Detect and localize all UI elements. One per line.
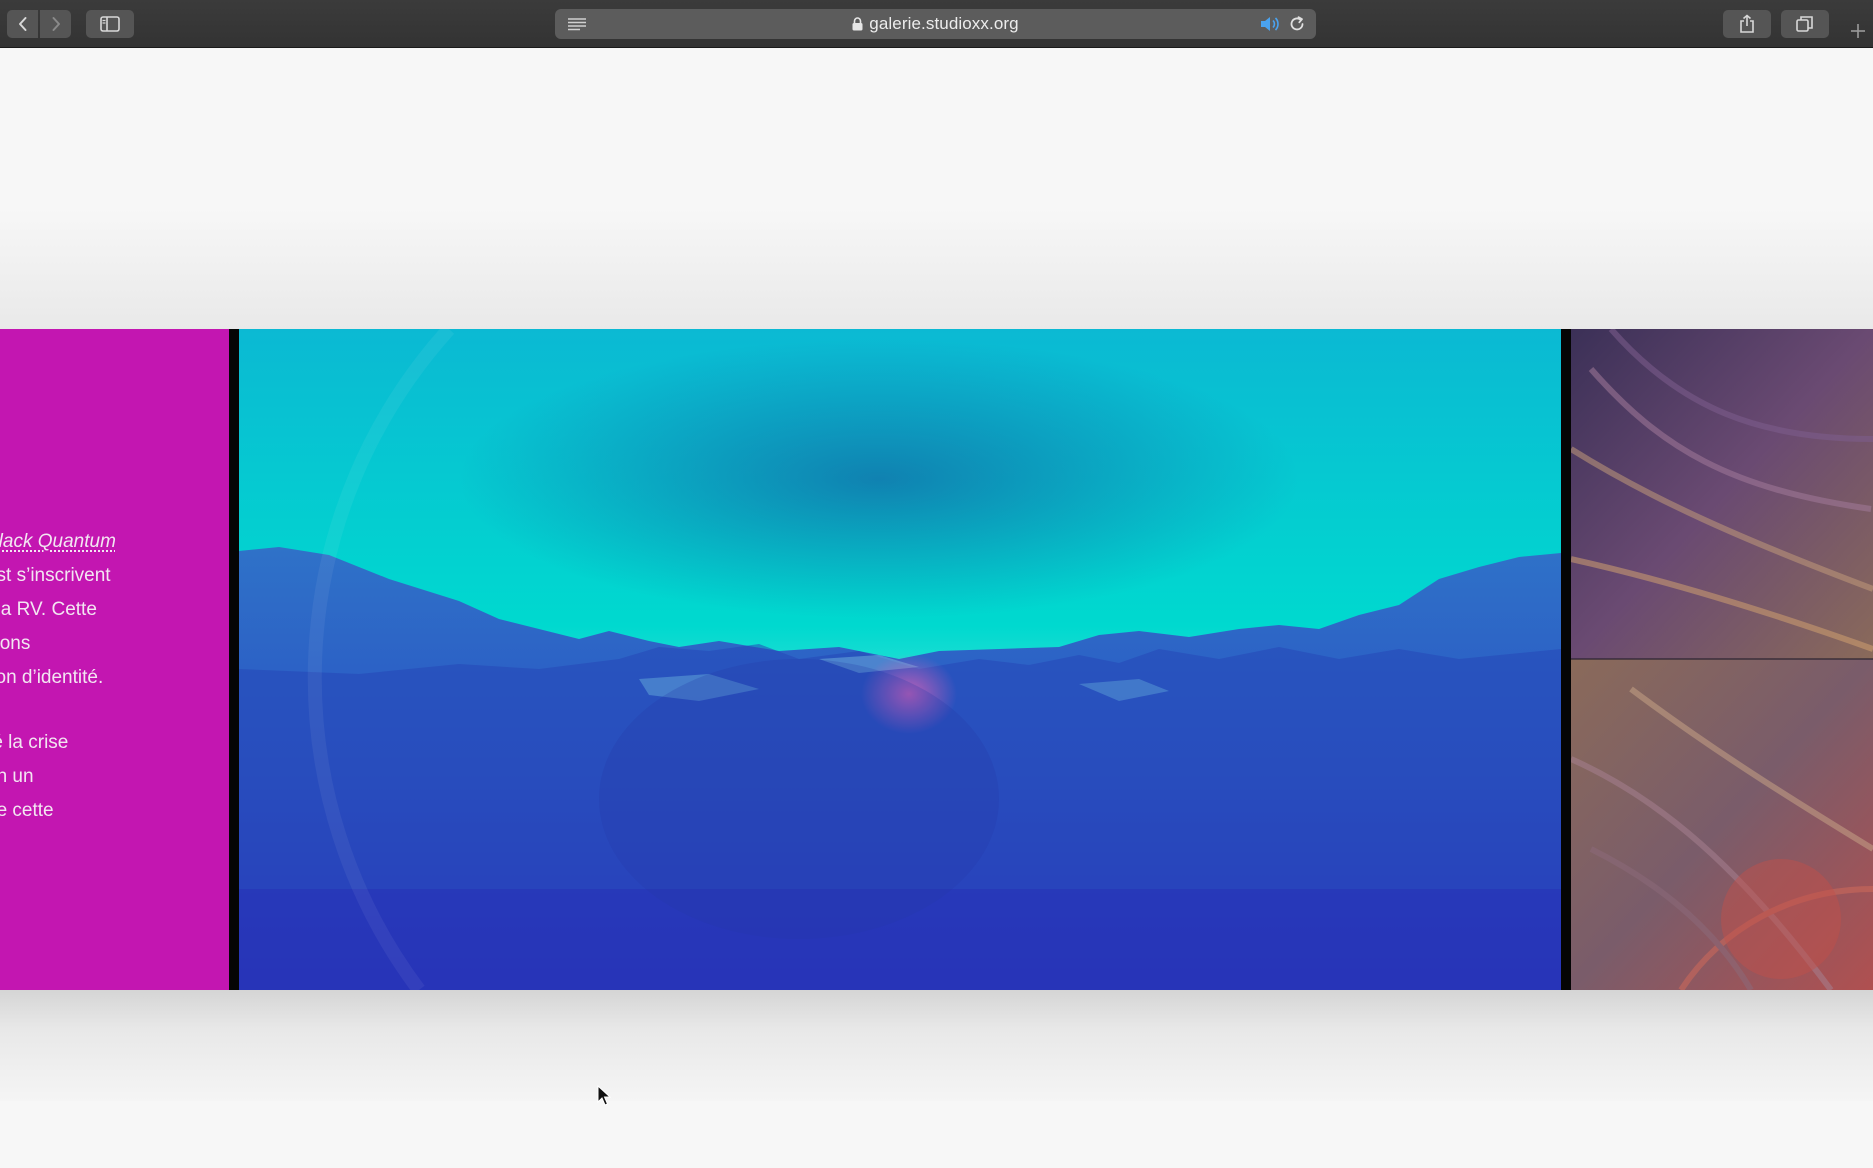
back-button[interactable] [7, 10, 38, 38]
description-line: sions [0, 633, 31, 654]
description-line [0, 695, 229, 726]
panel-divider [1561, 329, 1571, 990]
speaker-icon[interactable] [1259, 15, 1281, 38]
description-line: Black Quantum [0, 525, 229, 559]
description-line: ré la crise [0, 732, 69, 753]
sidebar-icon [100, 16, 120, 32]
tabs-overview-icon [1796, 15, 1814, 33]
reload-icon[interactable] [1288, 15, 1306, 38]
gallery-strip[interactable]: Black Quantum rist s’inscrivent t la RV.… [0, 329, 1873, 990]
url-display[interactable]: galerie.studioxx.org [555, 9, 1316, 39]
sidebar-toggle-button[interactable] [86, 10, 134, 38]
mouse-cursor-icon [597, 1084, 612, 1112]
black-quantum-link[interactable]: Black Quantum [0, 531, 116, 552]
address-bar[interactable]: galerie.studioxx.org [555, 9, 1316, 39]
landscape-illustration [239, 329, 1561, 990]
chevron-right-icon [50, 16, 62, 32]
description-line: en un [0, 766, 34, 787]
browser-toolbar: galerie.studioxx.org [0, 0, 1873, 48]
description-panel: Black Quantum rist s’inscrivent t la RV.… [0, 329, 229, 990]
description-line: rist s’inscrivent [0, 565, 111, 586]
share-button[interactable] [1723, 10, 1771, 38]
next-artwork-image[interactable] [1571, 329, 1873, 990]
panel-divider [229, 329, 239, 990]
plus-icon [1850, 23, 1866, 44]
new-tab-button[interactable] [1843, 18, 1873, 48]
description-text: Black Quantum rist s’inscrivent t la RV.… [0, 525, 229, 828]
chevron-left-icon [17, 16, 29, 32]
url-text: galerie.studioxx.org [869, 14, 1019, 33]
forward-button[interactable] [40, 10, 71, 38]
swirl-illustration [1571, 329, 1873, 990]
page-content: Black Quantum rist s’inscrivent t la RV.… [0, 49, 1873, 1168]
tabs-overview-button[interactable] [1781, 10, 1829, 38]
description-line: ne cette [0, 800, 54, 821]
share-icon [1738, 14, 1756, 34]
description-line: t la RV. Cette [0, 599, 97, 620]
main-artwork-image[interactable] [239, 329, 1561, 990]
lock-icon [852, 17, 863, 31]
description-line: tion d’identité. [0, 667, 104, 688]
